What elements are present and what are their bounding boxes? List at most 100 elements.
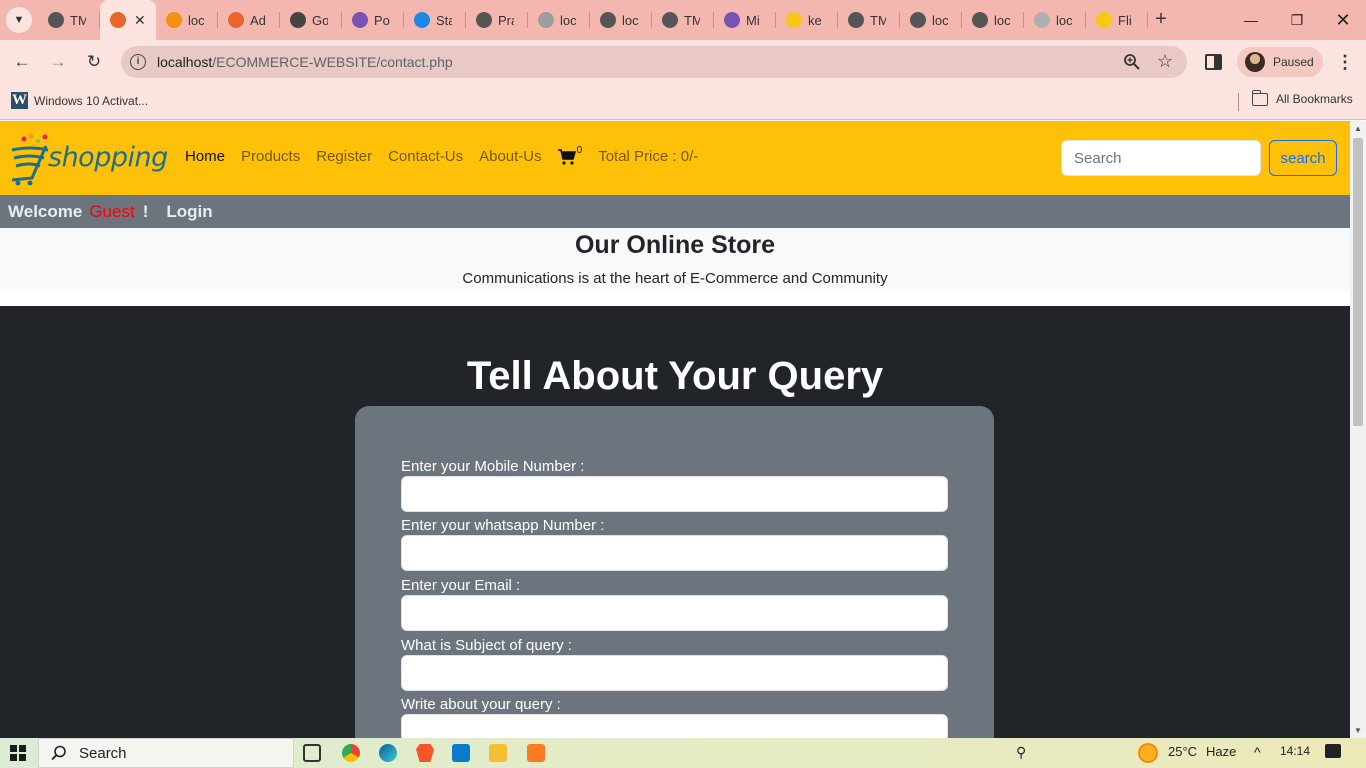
reload-icon[interactable]: ↻ [82,50,106,74]
bookmarks-bar: W Windows 10 Activat... All Bookmarks [0,84,1366,120]
nav-about-us[interactable]: About-Us [479,148,542,165]
email-field[interactable] [401,595,948,631]
tab-close-icon[interactable]: ✕ [134,12,146,29]
url-text[interactable]: localhost/ECOMMERCE-WEBSITE/contact.php [157,54,453,70]
vscode-icon[interactable] [452,744,470,762]
browser-tab[interactable]: Ad [218,0,280,40]
tab-title: loc [932,12,948,28]
globe-icon [600,12,616,28]
page-title: Our Online Store [574,231,776,259]
main-nav: Home Products Register Contact-Us About-… [185,145,698,166]
email-label: Enter your Email : [401,577,521,594]
clock[interactable]: 14:14 [1280,744,1310,758]
browser-toolbar: ← → ↻ i localhost/ECOMMERCE-WEBSITE/cont… [0,40,1366,84]
xampp-icon[interactable] [527,744,545,762]
bookmark-windows-activation[interactable]: W Windows 10 Activat... [11,92,148,109]
tab-title: Po [374,12,390,28]
whatsapp-field[interactable] [401,535,948,571]
taskbar-search[interactable]: Search [38,738,294,768]
shopping-logo[interactable]: shopping [10,128,168,188]
browser-tab[interactable]: Go [280,0,342,40]
people-icon[interactable]: ⚲ [1016,744,1026,761]
lightning-icon [414,12,430,28]
browser-tab[interactable]: TM [838,0,900,40]
browser-tab[interactable]: loc [900,0,962,40]
profile-status: Paused [1273,55,1314,69]
edge-icon[interactable] [379,744,397,762]
globe-icon [972,12,988,28]
browser-tab[interactable]: loc [590,0,652,40]
bootstrap-icon [724,12,740,28]
tab-list: TM ✕ loc Ad Go Po Sta Pra loc loc TM Mi ke TM loc loc lo… [38,0,1148,40]
mobile-field[interactable] [401,476,948,512]
folder-icon [1251,89,1268,106]
chrome-icon[interactable] [342,744,360,762]
tab-title: Pra [498,12,514,28]
scroll-thumb[interactable] [1353,138,1363,426]
xampp-icon [110,12,126,28]
nav-products[interactable]: Products [241,148,300,165]
close-window-icon[interactable]: ✕ [1320,0,1366,40]
all-bookmarks-button[interactable]: All Bookmarks [1251,89,1353,106]
tab-title: TM [70,12,86,28]
nav-home[interactable]: Home [185,148,225,165]
temperature[interactable]: 25°C [1168,744,1197,759]
zoom-icon[interactable] [1123,53,1141,71]
page-scrollbar[interactable]: ▲ ▼ [1350,121,1366,738]
browser-tab[interactable]: loc [528,0,590,40]
chevron-up-icon[interactable]: ^ [1254,744,1261,760]
nav-contact-us[interactable]: Contact-Us [388,148,463,165]
globe-icon [48,12,64,28]
w-favicon-icon: W [11,92,28,109]
browser-tab[interactable]: Sta [404,0,466,40]
browser-tab[interactable]: Fli [1086,0,1148,40]
search-icon [51,745,66,761]
scroll-down-icon[interactable]: ▼ [1354,726,1362,735]
bookmarks-divider [1238,93,1239,111]
browser-tab[interactable]: loc [1024,0,1086,40]
browser-tab[interactable]: TM [652,0,714,40]
query-heading: Tell About Your Query [466,354,884,398]
browser-tab[interactable]: Po [342,0,404,40]
browser-tab[interactable]: loc [156,0,218,40]
file-explorer-icon[interactable] [489,744,507,762]
task-view-icon[interactable] [303,744,321,762]
browser-menu-icon[interactable]: ⋮ [1336,52,1354,73]
scroll-up-icon[interactable]: ▲ [1354,124,1362,133]
search-input[interactable] [1061,140,1261,176]
back-icon[interactable]: ← [10,50,34,74]
new-tab-button[interactable]: + [1150,9,1172,31]
notification-icon[interactable] [1325,744,1341,758]
browser-tab[interactable]: ke [776,0,838,40]
tab-title: loc [560,12,576,28]
address-bar[interactable]: i localhost/ECOMMERCE-WEBSITE/contact.ph… [121,46,1187,78]
bootstrap-icon [352,12,368,28]
site-info-icon[interactable]: i [130,54,146,70]
side-panel-icon[interactable] [1205,54,1222,70]
cart-link[interactable]: 0 [557,145,582,165]
query-textarea[interactable] [401,714,948,738]
weather-text[interactable]: Haze [1206,744,1236,759]
login-link[interactable]: Login [166,202,212,222]
welcome-exclaim: ! [142,201,149,221]
browser-tab[interactable]: loc [962,0,1024,40]
search-button[interactable]: search [1269,140,1337,176]
subject-field[interactable] [401,655,948,691]
browser-tab[interactable]: TM [38,0,100,40]
browser-tab[interactable]: Pra [466,0,528,40]
browser-tab[interactable]: ✕ [100,0,156,40]
minimize-icon[interactable]: — [1228,0,1274,40]
nav-register[interactable]: Register [316,148,372,165]
restore-icon[interactable]: ❐ [1274,0,1320,40]
avatar [1245,52,1265,72]
tab-search-icon[interactable]: ▼ [6,7,32,33]
browser-tab[interactable]: Mi [714,0,776,40]
page-viewport: shopping Home Products Register Contact-… [0,121,1350,738]
forward-icon[interactable]: → [46,50,70,74]
welcome-text: Welcome [8,201,83,221]
page-subtitle: Communications is at the heart of E-Comm… [462,270,888,287]
brave-icon[interactable] [416,744,434,762]
windows-start-icon[interactable] [10,745,26,761]
bookmark-star-icon[interactable]: ☆ [1157,51,1173,72]
profile-button[interactable]: Paused [1237,47,1323,77]
